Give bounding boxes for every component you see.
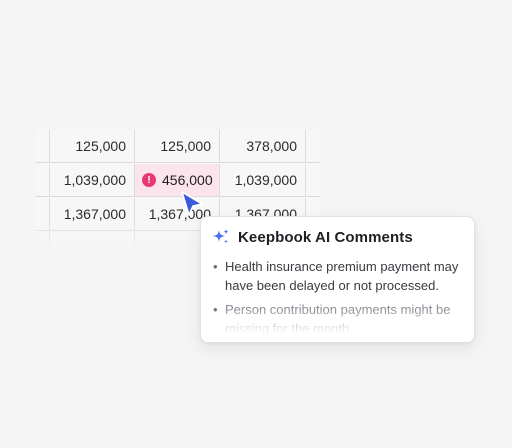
table-cell[interactable]: 125,000 (50, 130, 135, 163)
row-stub-cell (36, 130, 50, 163)
table-cell[interactable]: 378,000 (220, 130, 306, 163)
comments-list: Health insurance premium payment may hav… (211, 257, 467, 342)
popover-header: Keepbook AI Comments (211, 227, 413, 247)
table-row: 125,000 125,000 378,000 (36, 130, 320, 164)
comment-item: Person contribution payments might be mi… (211, 300, 467, 338)
overflow-cell (306, 164, 320, 197)
table-cell[interactable]: 1,039,000 (50, 164, 135, 197)
pointer-arrow-icon (181, 191, 203, 216)
table-cell[interactable]: 1,367,000 (50, 198, 135, 231)
table-cell[interactable]: 1,039,000 (220, 164, 306, 197)
row-stub-cell (36, 198, 50, 231)
table-row: 1,039,000 ! 456,000 1,039,000 (36, 164, 320, 198)
exclamation-alert-icon: ! (142, 173, 156, 187)
popover-title: Keepbook AI Comments (238, 228, 413, 246)
sparkle-icon (213, 229, 229, 244)
row-stub-cell (36, 232, 50, 248)
row-stub-cell (36, 164, 50, 197)
comment-item: Health insurance premium payment may hav… (211, 257, 467, 295)
ai-comments-popover: Keepbook AI Comments Health insurance pr… (200, 216, 475, 343)
flagged-cell-value: 456,000 (162, 172, 213, 188)
flagged-cell[interactable]: ! 456,000 (135, 164, 220, 197)
table-cell[interactable] (50, 232, 135, 248)
table-cell[interactable]: 125,000 (135, 130, 220, 163)
overflow-cell (306, 130, 320, 163)
